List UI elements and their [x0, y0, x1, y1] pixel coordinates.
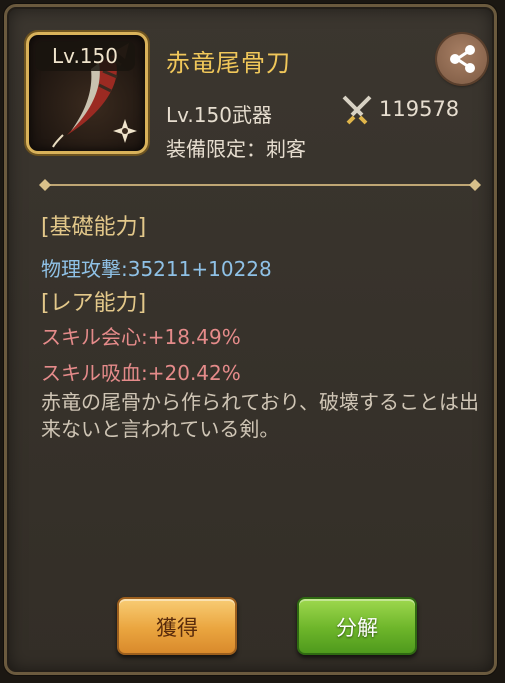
- divider-line: [39, 179, 481, 191]
- rare-stat-skill-crit: スキル会心:+18.49%: [41, 325, 241, 349]
- dismantle-button[interactable]: 分解: [297, 597, 417, 655]
- share-icon: [450, 45, 475, 73]
- shuriken-icon: [113, 119, 137, 143]
- item-detail-panel: Lv.150 赤竜尾骨刀 Lv.150武器 119578 装備限定：刺客 [基礎…: [4, 4, 497, 675]
- level-badge: Lv.150: [35, 41, 135, 71]
- combat-power: 119578: [379, 97, 460, 121]
- item-name: 赤竜尾骨刀: [166, 49, 291, 77]
- crossed-swords-icon: [342, 95, 372, 125]
- item-description: 赤竜の尾骨から作られており、破壊することは出来ないと言われている剣。: [41, 390, 479, 441]
- share-button[interactable]: [437, 34, 487, 84]
- basic-stat-physical-attack: 物理攻撃:35211+10228: [41, 257, 272, 281]
- equip-restriction: 装備限定：刺客: [166, 137, 306, 161]
- rare-stats-title: [レア能力]: [41, 291, 147, 316]
- rare-stat-skill-lifesteal: スキル吸血:+20.42%: [41, 361, 241, 385]
- obtain-button[interactable]: 獲得: [117, 597, 237, 655]
- item-type: Lv.150武器: [166, 103, 272, 127]
- item-icon-frame: Lv.150: [26, 32, 148, 154]
- basic-stats-title: [基礎能力]: [41, 215, 147, 240]
